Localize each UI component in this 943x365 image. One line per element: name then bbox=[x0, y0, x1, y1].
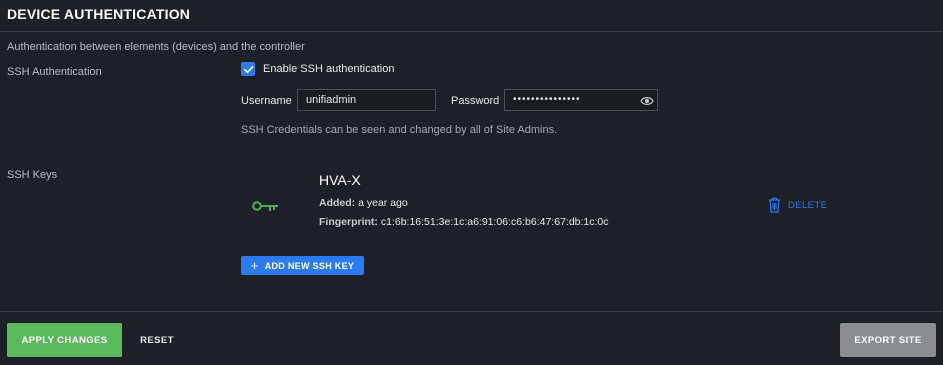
password-label: Password bbox=[451, 95, 500, 107]
section-subtitle: Authentication between elements (devices… bbox=[7, 41, 305, 53]
add-ssh-key-button[interactable]: + ADD NEW SSH KEY bbox=[241, 256, 364, 275]
header-divider bbox=[0, 31, 943, 32]
add-ssh-key-label: ADD NEW SSH KEY bbox=[264, 260, 355, 271]
key-icon bbox=[252, 201, 278, 211]
ssh-key-added: Added: a year ago bbox=[319, 197, 408, 209]
delete-label: DELETE bbox=[788, 199, 828, 211]
ssh-keys-label: SSH Keys bbox=[7, 169, 58, 181]
eye-icon[interactable] bbox=[640, 95, 654, 107]
section-title: DEVICE AUTHENTICATION bbox=[7, 6, 191, 22]
username-label: Username bbox=[241, 95, 292, 107]
credentials-note: SSH Credentials can be seen and changed … bbox=[241, 124, 558, 136]
enable-ssh-checkbox-row[interactable]: Enable SSH authentication bbox=[241, 62, 394, 76]
delete-key-button[interactable]: DELETE bbox=[768, 197, 827, 213]
apply-changes-button[interactable]: APPLY CHANGES bbox=[7, 323, 122, 357]
added-value: a year ago bbox=[358, 197, 408, 209]
reset-button[interactable]: RESET bbox=[128, 323, 186, 357]
ssh-authentication-label: SSH Authentication bbox=[7, 66, 102, 78]
checkmark-icon bbox=[243, 65, 253, 73]
trash-icon bbox=[769, 197, 780, 213]
export-site-button[interactable]: EXPORT SITE bbox=[840, 323, 936, 357]
ssh-key-fingerprint: Fingerprint: c1:6b:16:51:3e:1c:a6:91:06:… bbox=[319, 216, 609, 228]
fingerprint-label: Fingerprint: bbox=[319, 216, 378, 228]
enable-ssh-label: Enable SSH authentication bbox=[263, 63, 395, 75]
username-input[interactable] bbox=[297, 89, 436, 111]
added-label: Added: bbox=[319, 197, 356, 209]
fingerprint-value: c1:6b:16:51:3e:1c:a6:91:06:c6:b6:47:67:d… bbox=[380, 216, 609, 228]
enable-ssh-checkbox[interactable] bbox=[241, 62, 255, 76]
plus-icon: + bbox=[250, 258, 259, 273]
password-input[interactable]: ••••••••••••••• bbox=[504, 89, 658, 111]
ssh-key-name: HVA-X bbox=[319, 172, 361, 188]
footer-divider bbox=[0, 311, 943, 312]
